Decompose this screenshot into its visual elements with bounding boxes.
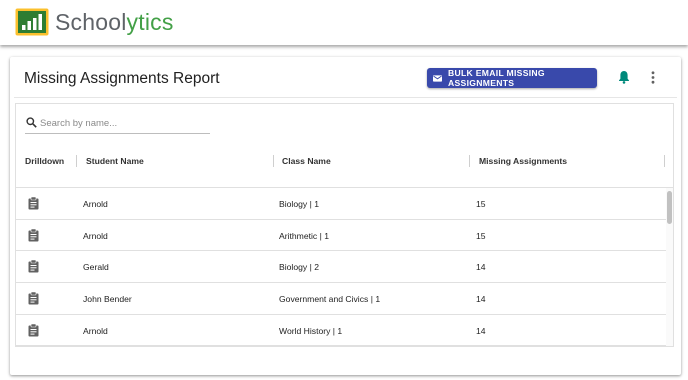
column-separator[interactable] <box>273 155 274 167</box>
column-header-missing-assignments[interactable]: Missing Assignments <box>479 156 567 166</box>
student-name-cell: John Bender <box>83 294 132 305</box>
clipboard-icon[interactable] <box>28 292 39 305</box>
column-separator[interactable] <box>664 155 665 167</box>
clipboard-icon[interactable] <box>28 228 39 242</box>
brand-name-part1: School <box>55 8 127 35</box>
header-divider <box>14 97 677 98</box>
chart-logo-icon <box>15 8 49 36</box>
table-row[interactable]: Arnold World History | 1 14 <box>16 315 668 346</box>
bulk-email-button-label: BULK EMAIL MISSING ASSIGNMENTS <box>448 68 545 88</box>
column-header-class-name[interactable]: Class Name <box>282 156 331 166</box>
missing-count-cell: 14 <box>476 325 486 336</box>
column-separator[interactable] <box>76 155 77 167</box>
brand-name: Schoolytics <box>55 9 174 36</box>
column-separator[interactable] <box>469 155 470 167</box>
column-header-drilldown[interactable]: Drilldown <box>25 156 64 166</box>
student-name-cell: Gerald <box>83 262 109 273</box>
search-input[interactable] <box>40 115 208 131</box>
class-name-cell: World History | 1 <box>279 325 343 336</box>
missing-count-cell: 14 <box>476 294 486 305</box>
more-vert-icon[interactable] <box>651 71 655 84</box>
app-bar: Schoolytics <box>0 0 688 45</box>
class-name-cell: Government and Civics | 1 <box>279 294 381 305</box>
brand-logo[interactable]: Schoolytics <box>15 8 174 36</box>
search-icon <box>26 117 37 128</box>
student-name-cell: Arnold <box>83 325 108 336</box>
table-row[interactable]: Gerald Biology | 2 14 <box>16 251 668 284</box>
missing-count-cell: 15 <box>476 230 486 241</box>
class-name-cell: Biology | 2 <box>279 262 319 273</box>
table-row[interactable]: John Bender Government and Civics | 1 14 <box>16 283 668 315</box>
page-title: Missing Assignments Report <box>24 70 220 87</box>
missing-count-cell: 15 <box>476 199 486 209</box>
bell-icon[interactable] <box>618 70 630 84</box>
table-row[interactable]: Arnold Biology | 1 15 <box>16 188 668 220</box>
student-name-cell: Arnold <box>83 230 108 241</box>
bulk-email-button[interactable]: BULK EMAIL MISSING ASSIGNMENTS <box>427 68 597 88</box>
class-name-cell: Arithmetic | 1 <box>279 230 329 241</box>
missing-count-cell: 14 <box>476 262 486 273</box>
missing-assignments-table: Drilldown Student Name Class Name Missin… <box>15 103 674 347</box>
scrollbar-thumb[interactable] <box>667 191 672 224</box>
student-name-cell: Arnold <box>83 199 108 209</box>
report-card: Missing Assignments Report BULK EMAIL MI… <box>10 57 681 375</box>
table-row[interactable]: Arnold Arithmetic | 1 15 <box>16 220 668 252</box>
clipboard-icon[interactable] <box>28 197 39 210</box>
search-field[interactable] <box>25 115 210 134</box>
column-header-student-name[interactable]: Student Name <box>86 156 144 166</box>
clipboard-icon[interactable] <box>28 260 39 273</box>
brand-name-part2: ytics <box>126 8 174 35</box>
table-body: Arnold Biology | 1 15 Arnold Arithmetic … <box>16 188 668 346</box>
class-name-cell: Biology | 1 <box>279 199 319 209</box>
clipboard-icon[interactable] <box>28 323 39 337</box>
mail-icon <box>433 74 442 82</box>
